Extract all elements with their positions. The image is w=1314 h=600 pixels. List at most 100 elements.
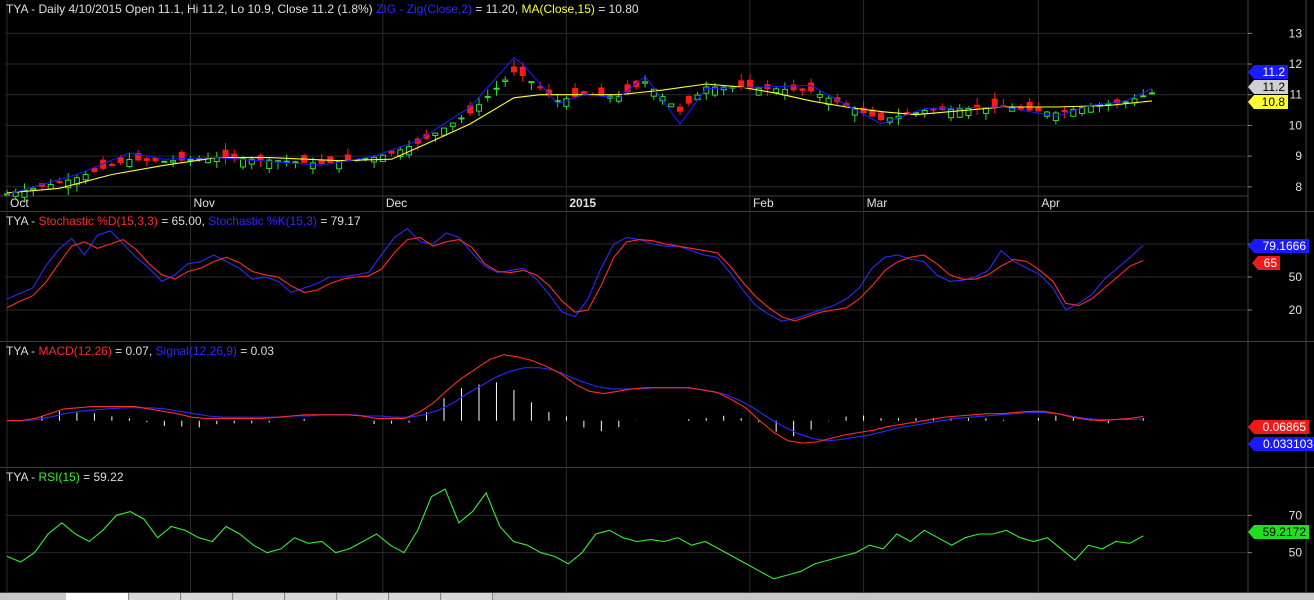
sheet-tab[interactable] <box>66 593 129 600</box>
candle-body <box>685 95 692 104</box>
stochastic-panel[interactable]: 80502079.166665 TYA - Stochastic %D(15,3… <box>0 212 1314 342</box>
candle-body <box>56 181 63 184</box>
candle-body <box>309 162 316 170</box>
candle-body <box>152 157 159 162</box>
candle-body <box>82 174 89 181</box>
panel-bg <box>0 342 1314 468</box>
candle-body <box>528 81 535 84</box>
price-ticker: TYA <box>6 2 28 16</box>
x-tick-label: Apr <box>1041 196 1060 210</box>
x-tick-label: Feb <box>753 196 774 210</box>
ma-value: = 10.80 <box>594 2 639 16</box>
candle-body <box>91 168 98 172</box>
zig-label: ZIG - Zig(Close,2) <box>376 2 473 16</box>
candle-body <box>1061 110 1068 113</box>
price-y-tick: 9 <box>1295 149 1302 163</box>
rsi-chart[interactable]: 70 50 59.2172 <box>0 468 1314 593</box>
candle-body <box>991 98 998 108</box>
badge-zig: 11.2 <box>1263 65 1286 79</box>
price-panel[interactable]: Oct Nov Dec 2015 Feb Mar Apr 13 12 11 10 9 8 11.2 11.2… <box>0 0 1314 212</box>
candle-body <box>318 160 325 164</box>
candle-body <box>441 127 448 136</box>
candle-body <box>344 154 351 162</box>
price-y-tick: 8 <box>1295 180 1302 194</box>
x-tick-label: Nov <box>194 196 215 210</box>
sheet-tab[interactable] <box>130 593 181 600</box>
candle-body <box>108 163 115 166</box>
rsi-panel[interactable]: 70 50 59.2172 TYA - RSI(15) = 59.22 <box>0 468 1314 593</box>
price-title: TYA - Daily 4/10/2015 Open 11.1, Hi 11.2… <box>6 2 639 16</box>
sheet-tab[interactable] <box>338 593 389 600</box>
rsi-y-tick: 50 <box>1289 546 1303 560</box>
x-tick-label: Dec <box>386 196 407 210</box>
candle-body <box>362 157 369 160</box>
stoch-ticker: TYA <box>6 214 28 228</box>
rsi-title: TYA - RSI(15) = 59.22 <box>6 470 124 484</box>
x-tick-label: 2015 <box>569 196 596 210</box>
candle-body <box>947 108 954 119</box>
candle-body <box>1122 101 1129 104</box>
macd-chart[interactable]: 0.06865 0.033103 <box>0 342 1314 468</box>
candle-body <box>921 109 928 115</box>
candle-body <box>913 112 920 115</box>
candle-body <box>502 79 509 82</box>
candle-body <box>117 157 124 163</box>
macd-value: = 0.07, <box>111 344 156 358</box>
candle-body <box>799 88 806 91</box>
candle-body <box>187 158 194 161</box>
candle-body <box>755 87 762 96</box>
badge-ma: 10.8 <box>1262 95 1286 109</box>
zig-value: = 11.20, <box>472 2 522 16</box>
macd-panel[interactable]: 0.06865 0.033103 TYA - MACD(12,26) = 0.07… <box>0 342 1314 468</box>
price-chart[interactable]: Oct Nov Dec 2015 Feb Mar Apr 13 12 11 10 9 8 11.211.2… <box>0 0 1314 212</box>
candle-body <box>1087 105 1094 113</box>
stoch-d-value: = 65.00, <box>157 214 209 228</box>
sheet-tab[interactable] <box>442 593 493 600</box>
stoch-y-tick: 20 <box>1289 303 1303 317</box>
candle-body <box>1140 95 1147 98</box>
candle-body <box>143 158 150 161</box>
candle-body <box>475 104 482 112</box>
rsi-y-tick: 70 <box>1289 508 1303 522</box>
candle-body <box>47 183 54 190</box>
badge-stoch-k: 79.1666 <box>1263 239 1307 253</box>
macd-ticker: TYA <box>6 344 28 358</box>
candle-body <box>510 66 517 73</box>
candle-body <box>746 79 753 89</box>
price-y-tick: 11 <box>1290 88 1303 102</box>
stochastic-chart[interactable]: 80502079.166665 <box>0 212 1314 342</box>
candle-body <box>161 160 168 163</box>
candle-body <box>432 132 439 136</box>
candle-body <box>30 187 37 191</box>
sheet-tab[interactable] <box>390 593 441 600</box>
badge-macd: 0.06865 <box>1263 420 1307 434</box>
x-tick-label: Oct <box>10 196 29 210</box>
sheet-tab[interactable] <box>182 593 233 600</box>
candle-body <box>878 112 885 121</box>
sheet-tab[interactable] <box>286 593 337 600</box>
candle-body <box>458 117 465 120</box>
candle-body <box>1149 92 1155 95</box>
macd-title: TYA - MACD(12,26) = 0.07, Signal(12,26,9… <box>6 344 274 358</box>
candle-body <box>572 87 579 98</box>
candle-body <box>379 154 386 162</box>
signal-value: = 0.03 <box>236 344 274 358</box>
candle-body <box>930 108 937 111</box>
sheet-tab[interactable] <box>234 593 285 600</box>
badge-close: 11.2 <box>1263 80 1286 94</box>
price-y-tick: 12 <box>1289 57 1303 71</box>
signal-label: Signal(12,26,9) <box>155 344 237 358</box>
panel-bg <box>0 468 1314 593</box>
stoch-k-value: = 79.17 <box>316 214 361 228</box>
rsi-label: RSI(15) <box>38 470 80 484</box>
badge-stoch-d: 65 <box>1264 256 1278 270</box>
rsi-value: = 59.22 <box>79 470 124 484</box>
badge-rsi: 59.2172 <box>1263 525 1307 539</box>
candle-body <box>677 106 684 112</box>
candle-body <box>642 81 649 84</box>
x-tick-label: Mar <box>867 196 888 210</box>
candle-body <box>292 161 299 164</box>
sheet-tab-bar[interactable] <box>0 593 1314 600</box>
candle-body <box>388 150 395 154</box>
rsi-ticker: TYA <box>6 470 28 484</box>
